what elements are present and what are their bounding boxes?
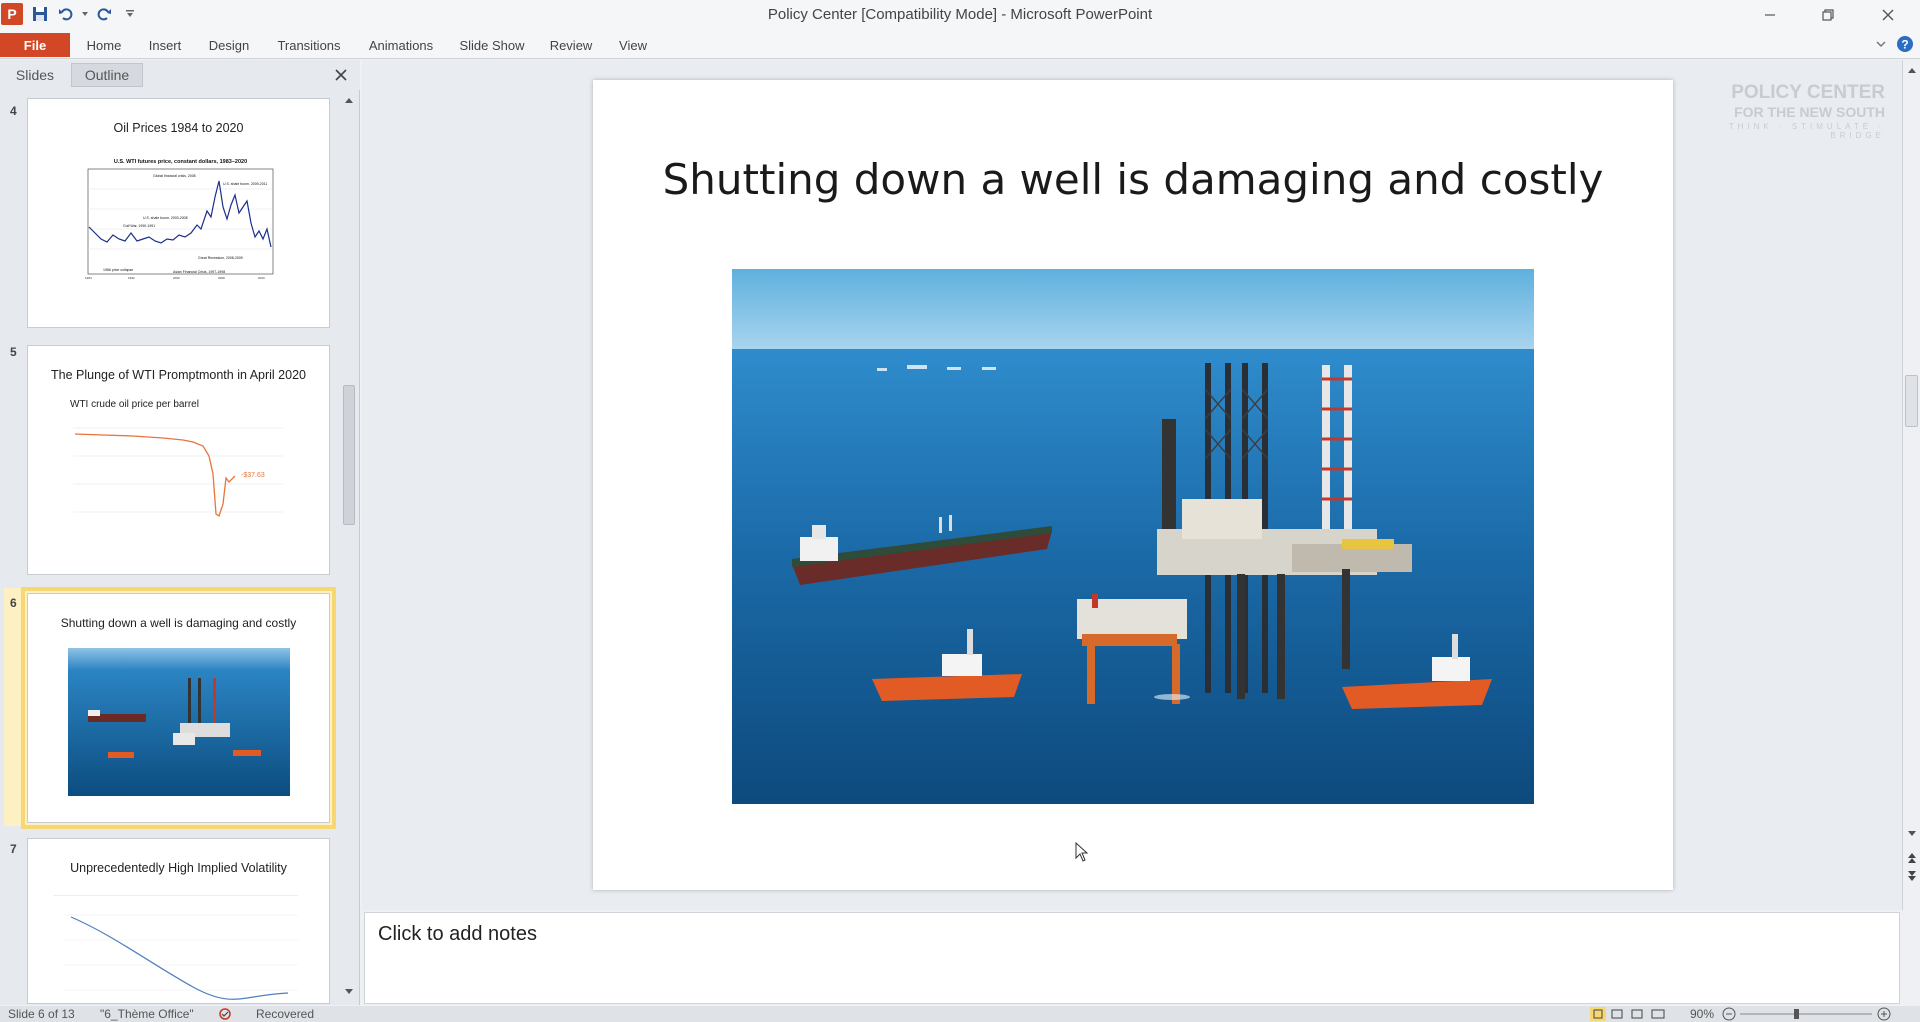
slides-scrollbar[interactable] — [340, 90, 358, 1002]
svg-text:Asian Financial Crisis, 1997-1: Asian Financial Crisis, 1997-1998 — [173, 270, 225, 274]
panel-tabs: Slides Outline — [0, 60, 360, 90]
recovered-status: Recovered — [256, 1007, 315, 1021]
view-buttons[interactable] — [1590, 1007, 1676, 1021]
tab-home[interactable]: Home — [80, 33, 128, 57]
tab-slides[interactable]: Slides — [0, 63, 70, 87]
slides-panel: Slides Outline 4 Oil Prices 1984 to 2020… — [0, 60, 360, 1005]
svg-text:U.S. shale boom, 2003-2008: U.S. shale boom, 2003-2008 — [143, 216, 188, 220]
scroll-up-icon[interactable] — [1907, 66, 1917, 74]
tab-design[interactable]: Design — [203, 33, 255, 57]
tab-outline[interactable]: Outline — [71, 63, 143, 87]
tab-review[interactable]: Review — [544, 33, 598, 57]
slide-counter: Slide 6 of 13 — [8, 1007, 75, 1021]
slide-number: 6 — [10, 596, 17, 610]
svg-text:Global financial crisis, 2008: Global financial crisis, 2008 — [153, 174, 196, 178]
scroll-up-icon[interactable] — [344, 96, 354, 104]
window-title: Policy Center [Compatibility Mode] - Mic… — [767, 6, 1153, 23]
offshore-oil-rig-image[interactable] — [732, 269, 1534, 804]
theme-name: "6_Thème Office" — [100, 1007, 194, 1021]
title-bar: P Policy Center [Compatibility Mode] - M… — [0, 0, 1920, 30]
svg-text:1986 price collapse: 1986 price collapse — [103, 268, 133, 272]
tab-insert[interactable]: Insert — [140, 33, 190, 57]
svg-text:2008: 2008 — [218, 276, 225, 280]
slide-thumbnail-6[interactable]: Shutting down a well is damaging and cos… — [21, 587, 336, 829]
expand-ribbon-icon[interactable] — [1872, 35, 1890, 53]
previous-slide-icon[interactable] — [1907, 852, 1917, 864]
slide-thumbnail-4[interactable]: Oil Prices 1984 to 2020 U.S. WTI futures… — [27, 98, 330, 328]
thumbnail-chart-caption: U.S. WTI futures price, constant dollars… — [113, 159, 248, 165]
tab-slide-show[interactable]: Slide Show — [452, 33, 532, 57]
policy-center-logo: POLICY CENTER FOR THE NEW SOUTH THINK · … — [1690, 82, 1885, 140]
mouse-cursor-icon — [1075, 842, 1089, 862]
next-slide-icon[interactable] — [1907, 870, 1917, 882]
thumbnail-title: Unprecedentedly High Implied Volatility — [70, 861, 287, 875]
svg-text:2000: 2000 — [173, 276, 180, 280]
thumbnail-title: Shutting down a well is damaging and cos… — [60, 616, 297, 630]
ribbon-tab-bar: File Home Insert Design Transitions Anim… — [0, 30, 1920, 59]
slide-number: 4 — [10, 104, 17, 118]
current-slide[interactable]: Shutting down a well is damaging and cos… — [593, 80, 1673, 890]
slide-thumbnail-5[interactable]: The Plunge of WTI Promptmonth in April 2… — [27, 345, 330, 575]
slide-scrollbar[interactable] — [1902, 60, 1920, 910]
svg-text:Great Recession, 2008-2009: Great Recession, 2008-2009 — [198, 256, 243, 260]
watermark-line1: POLICY CENTER — [1731, 82, 1885, 103]
thumbnail-volatility-chart — [53, 895, 298, 1000]
watermark-line3: THINK · STIMULATE · BRIDGE — [1728, 122, 1885, 140]
tab-view[interactable]: View — [610, 33, 656, 57]
zoom-level[interactable]: 90% — [1690, 1007, 1714, 1021]
slide-number: 7 — [10, 842, 17, 856]
svg-text:1992: 1992 — [128, 276, 135, 280]
svg-text:1984: 1984 — [85, 276, 92, 280]
tab-file[interactable]: File — [0, 33, 70, 57]
thumbnail-title: Oil Prices 1984 to 2020 — [113, 121, 244, 135]
scroll-down-icon[interactable] — [1907, 830, 1917, 838]
svg-text:?: ? — [1901, 38, 1908, 52]
zoom-slider[interactable] — [1722, 1007, 1902, 1021]
notes-placeholder[interactable]: Click to add notes — [378, 923, 537, 946]
watermark-line2: FOR THE NEW SOUTH — [1734, 104, 1885, 120]
thumbnail-offshore-rig-image — [68, 648, 290, 796]
svg-text:2020: 2020 — [258, 276, 265, 280]
close-icon[interactable] — [1868, 4, 1908, 26]
thumbnail-end-label: -$37.63 — [241, 472, 265, 479]
scrollbar-thumb[interactable] — [343, 385, 355, 525]
tab-transitions[interactable]: Transitions — [268, 33, 350, 57]
status-bar: Slide 6 of 13 "6_Thème Office" Recovered… — [0, 1006, 1920, 1022]
svg-text:Gulf War, 1990-1991: Gulf War, 1990-1991 — [123, 224, 155, 228]
slide-title[interactable]: Shutting down a well is damaging and cos… — [593, 155, 1673, 204]
thumbnail-wti-chart: -$37.63 — [73, 427, 283, 518]
slide-thumbnail-7[interactable]: Unprecedentedly High Implied Volatility — [27, 838, 330, 1004]
help-icon[interactable]: ? — [1896, 35, 1914, 53]
slide-number: 5 — [10, 345, 17, 359]
minimize-icon[interactable] — [1750, 4, 1790, 26]
svg-text:U.S. shale boom, 2009-2011: U.S. shale boom, 2009-2011 — [223, 182, 267, 186]
thumbnail-chart-caption: WTI crude oil price per barrel — [70, 399, 199, 410]
spelling-check-icon[interactable] — [218, 1007, 234, 1021]
thumbnail-title: The Plunge of WTI Promptmonth in April 2… — [51, 368, 306, 382]
close-panel-icon[interactable] — [332, 66, 350, 84]
thumbnail-oil-price-chart: Global financial crisis, 2008 U.S. shale … — [85, 168, 274, 280]
scrollbar-thumb[interactable] — [1905, 375, 1918, 427]
tab-animations[interactable]: Animations — [362, 33, 440, 57]
restore-icon[interactable] — [1808, 4, 1848, 26]
scroll-down-icon[interactable] — [344, 988, 354, 996]
notes-pane[interactable]: Click to add notes — [364, 912, 1900, 1004]
